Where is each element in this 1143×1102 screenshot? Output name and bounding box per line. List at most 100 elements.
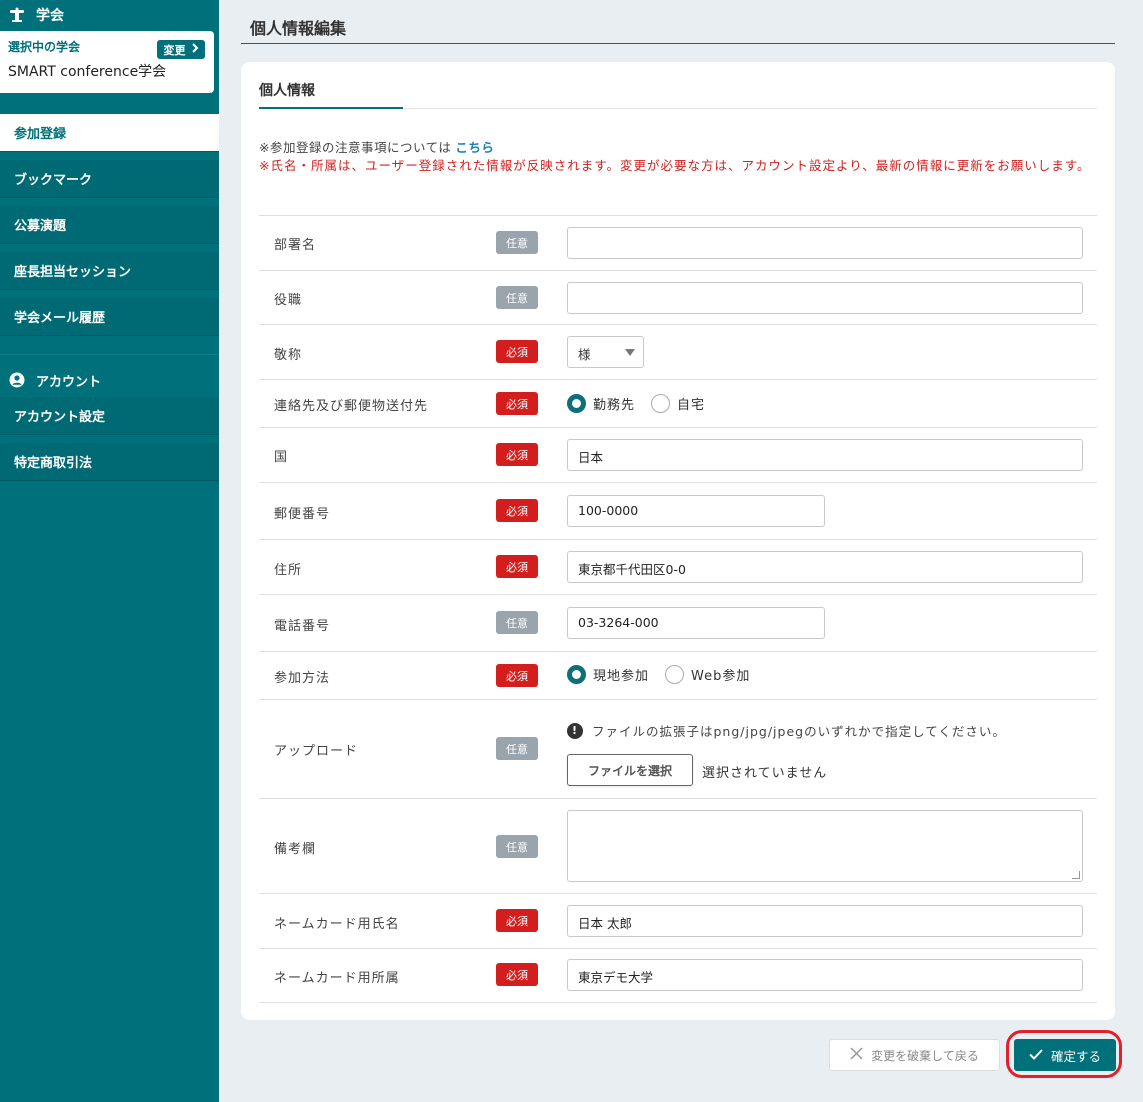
- sidebar-item-label: 公募演題: [14, 219, 67, 234]
- row-card-affiliation: ネームカード用所属 必須 東京デモ大学: [259, 949, 1097, 1003]
- field-label: ネームカード用所属: [274, 971, 400, 986]
- radio-onsite[interactable]: [567, 665, 586, 684]
- card-title-text: 個人情報: [259, 80, 403, 109]
- required-badge: 必須: [496, 443, 538, 466]
- postal-code-input[interactable]: 100-0000: [567, 495, 825, 527]
- required-badge: 必須: [496, 909, 538, 932]
- radio-home[interactable]: [651, 394, 671, 413]
- radio-label: 自宅: [677, 398, 706, 413]
- sidebar-item-commerce-law[interactable]: 特定商取引法: [0, 443, 219, 481]
- sidebar-item-abstracts[interactable]: 公募演題: [0, 206, 219, 244]
- required-badge: 必須: [496, 664, 538, 687]
- row-remarks: 備考欄 任意: [259, 799, 1097, 894]
- discard-changes-button[interactable]: 変更を破棄して戻る: [829, 1039, 1000, 1071]
- chevron-right-icon: [191, 43, 199, 56]
- user-circle-icon: [8, 371, 26, 389]
- field-label: 電話番号: [274, 619, 331, 634]
- form-table: 部署名 任意 役職 任意 敬称 必須 様 連絡先及び郵便物送付先 必須 勤務先: [259, 215, 1097, 1003]
- required-badge: 必須: [496, 963, 538, 986]
- optional-badge: 任意: [496, 231, 538, 254]
- sidebar-item-label: 参加登録: [14, 127, 67, 142]
- row-department: 部署名 任意: [259, 216, 1097, 271]
- attendance-radio-group: 現地参加 Web参加: [567, 665, 766, 684]
- sidebar-item-label: 特定商取引法: [14, 456, 93, 471]
- close-icon: [850, 1047, 863, 1063]
- row-attendance: 参加方法 必須 現地参加 Web参加: [259, 652, 1097, 700]
- radio-work[interactable]: [567, 394, 586, 413]
- country-input[interactable]: 日本: [567, 439, 1083, 471]
- radio-label: Web参加: [691, 669, 751, 684]
- optional-badge: 任意: [496, 835, 538, 858]
- confirm-label: 確定する: [1050, 1048, 1101, 1064]
- row-postal: 郵便番号 必須 100-0000: [259, 483, 1097, 540]
- card-title: 個人情報: [259, 80, 1097, 109]
- optional-badge: 任意: [496, 286, 538, 309]
- upload-hint-text: ファイルの拡張子はpng/jpg/jpegのいずれかで指定してください。: [592, 724, 1006, 739]
- card-name-input[interactable]: 日本 太郎: [567, 905, 1083, 937]
- resize-handle-icon[interactable]: [1072, 871, 1080, 879]
- upload-hint: ! ファイルの拡張子はpng/jpg/jpegのいずれかで指定してください。: [567, 721, 1006, 740]
- sidebar-item-label: ブックマーク: [14, 173, 93, 188]
- notice-line: ※参加登録の注意事項については こちら: [259, 137, 494, 156]
- change-label: 変更: [163, 43, 186, 57]
- card-affiliation-input[interactable]: 東京デモ大学: [567, 959, 1083, 991]
- row-honorific: 敬称 必須 様: [259, 325, 1097, 380]
- row-card-name: ネームカード用氏名 必須 日本 太郎: [259, 894, 1097, 949]
- required-badge: 必須: [496, 499, 538, 522]
- file-status-text: 選択されていません: [702, 766, 828, 781]
- honorific-select[interactable]: 様: [567, 336, 644, 368]
- field-label: 郵便番号: [274, 507, 331, 522]
- row-contact: 連絡先及び郵便物送付先 必須 勤務先 自宅: [259, 380, 1097, 428]
- notice-text: ※参加登録の注意事項については: [259, 140, 452, 155]
- sidebar-item-account-settings[interactable]: アカウント設定: [0, 397, 219, 435]
- field-label: 備考欄: [274, 842, 317, 857]
- department-input[interactable]: [567, 227, 1083, 259]
- field-label: 連絡先及び郵便物送付先: [274, 399, 429, 414]
- position-input[interactable]: [567, 282, 1083, 314]
- radio-label: 勤務先: [593, 398, 636, 413]
- sidebar-item-label: 学会メール履歴: [14, 311, 106, 326]
- field-label: 敬称: [274, 348, 303, 363]
- row-address: 住所 必須 東京都千代田区0-0: [259, 540, 1097, 595]
- field-label: 住所: [274, 563, 303, 578]
- row-country: 国 必須 日本: [259, 428, 1097, 483]
- required-badge: 必須: [496, 392, 538, 415]
- row-upload: アップロード 任意 ! ファイルの拡張子はpng/jpg/jpegのいずれかで指…: [259, 700, 1097, 799]
- required-badge: 必須: [496, 340, 538, 363]
- sidebar-divider: [0, 354, 219, 355]
- discard-label: 変更を破棄して戻る: [871, 1048, 979, 1063]
- sidebar-item-chair-sessions[interactable]: 座長担当セッション: [0, 252, 219, 290]
- phone-input[interactable]: 03-3264-000: [567, 607, 825, 639]
- radio-web[interactable]: [665, 665, 685, 684]
- exclamation-icon: !: [567, 722, 583, 739]
- choose-file-button[interactable]: ファイルを選択: [567, 754, 693, 786]
- sidebar-item-mail-history[interactable]: 学会メール履歴: [0, 298, 219, 336]
- field-label: 役職: [274, 293, 303, 308]
- remarks-textarea[interactable]: [567, 810, 1083, 882]
- lectern-icon: [8, 6, 26, 24]
- sidebar-item-label: アカウント設定: [14, 410, 106, 425]
- contact-radio-group: 勤務先 自宅: [567, 394, 721, 413]
- optional-badge: 任意: [496, 737, 538, 760]
- row-position: 役職 任意: [259, 271, 1097, 325]
- sidebar-item-registration[interactable]: 参加登録: [0, 114, 219, 152]
- society-name: SMART conference学会: [8, 64, 167, 80]
- selected-society-panel: 選択中の学会 SMART conference学会 変更: [0, 31, 214, 93]
- field-label: アップロード: [274, 744, 359, 759]
- radio-label: 現地参加: [593, 669, 650, 684]
- field-label: 部署名: [274, 238, 317, 253]
- field-label: 参加方法: [274, 671, 331, 686]
- personal-info-card: 個人情報 ※参加登録の注意事項については こちら ※氏名・所属は、ユーザー登録され…: [241, 62, 1115, 1020]
- confirm-button[interactable]: 確定する: [1014, 1039, 1116, 1071]
- change-society-button[interactable]: 変更: [157, 40, 205, 59]
- sidebar: 学会 選択中の学会 SMART conference学会 変更 参加登録 ブック…: [0, 0, 219, 1102]
- notice-link[interactable]: こちら: [455, 140, 494, 155]
- caret-down-icon: [625, 349, 635, 356]
- warning-text: ※氏名・所属は、ユーザー登録された情報が反映されます。変更が必要な方は、アカウン…: [259, 158, 1091, 173]
- address-input[interactable]: 東京都千代田区0-0: [567, 551, 1083, 583]
- check-icon: [1029, 1048, 1043, 1063]
- field-label: ネームカード用氏名: [274, 917, 400, 932]
- honorific-value: 様: [578, 347, 591, 362]
- field-label: 国: [274, 450, 289, 465]
- sidebar-item-bookmark[interactable]: ブックマーク: [0, 160, 219, 198]
